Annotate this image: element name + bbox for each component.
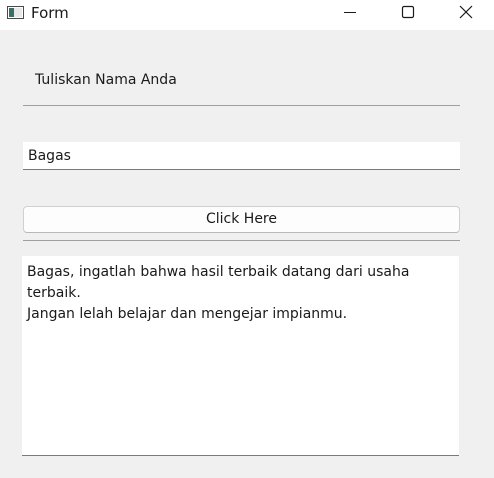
click-here-button[interactable]: Click Here bbox=[23, 206, 460, 233]
close-icon bbox=[459, 5, 473, 19]
minimize-button[interactable] bbox=[320, 0, 378, 30]
form-window: Form Tuliskan Nama Anda Click Here Bagas… bbox=[0, 0, 494, 478]
minimize-icon bbox=[344, 12, 356, 13]
app-window-icon bbox=[7, 6, 24, 19]
output-text-area[interactable]: Bagas, ingatlah bahwa hasil terbaik data… bbox=[22, 256, 459, 456]
divider bbox=[23, 105, 460, 106]
window-title: Form bbox=[31, 4, 69, 22]
maximize-icon bbox=[401, 5, 415, 19]
maximize-button[interactable] bbox=[378, 0, 436, 30]
close-button[interactable] bbox=[436, 0, 494, 30]
name-prompt-label: Tuliskan Nama Anda bbox=[35, 72, 177, 88]
title-bar[interactable]: Form bbox=[0, 0, 494, 30]
divider bbox=[23, 240, 460, 241]
name-input[interactable] bbox=[23, 142, 460, 170]
